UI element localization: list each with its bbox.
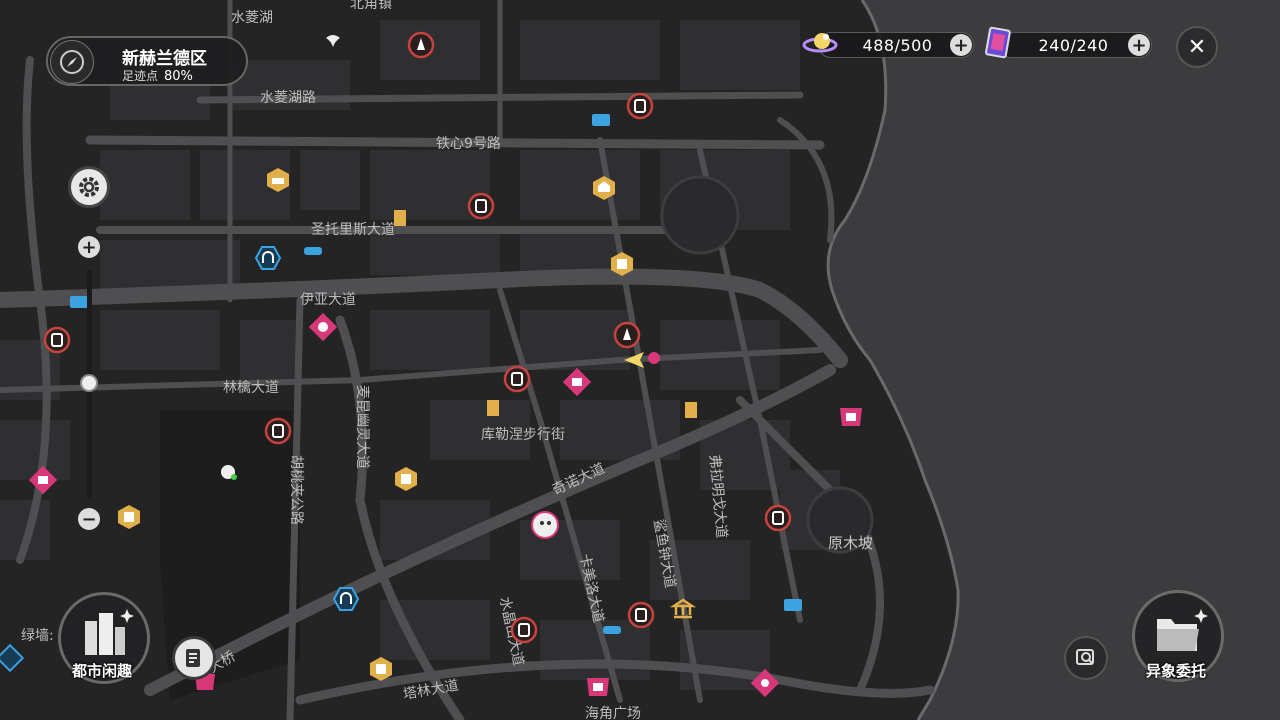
card-icon (984, 26, 1014, 64)
building-pin-icon (685, 402, 697, 418)
repair-pin-icon (70, 296, 88, 308)
repair-pin-icon (592, 114, 610, 126)
card-value: 240/240 (1038, 35, 1109, 55)
city-leisure-label: 都市闲趣 (72, 662, 133, 680)
add-stamina-button[interactable]: + (950, 34, 972, 56)
label-haijiao: 海角广场 (585, 706, 641, 720)
shop-pin-icon (43, 326, 71, 354)
add-card-button[interactable]: + (1128, 34, 1150, 56)
label-iya: 伊亚大道 (300, 292, 356, 308)
zoom-out-button[interactable]: − (78, 508, 100, 530)
region-card[interactable]: 新赫兰德区 足迹点 80% (46, 36, 248, 86)
shop-pin-icon (510, 616, 538, 644)
label-hutao: 胡桃夹公路 (288, 455, 304, 525)
label-lvqiang: 绿墙: (21, 628, 54, 644)
anomaly-commission-label: 异象委托 (1146, 662, 1207, 680)
building-pin-icon (487, 400, 499, 416)
label-shuiling-lake: 水菱湖 (231, 10, 273, 26)
label-shuiling-road: 水菱湖路 (260, 90, 316, 106)
shop-pin-icon (627, 601, 655, 629)
repair-pin-icon (784, 599, 802, 611)
notepad-icon (186, 649, 200, 667)
label-yuanmu: 原木坡 (828, 534, 873, 552)
portal-pin-icon (254, 246, 282, 270)
rocket-pin-icon (407, 31, 435, 59)
close-icon: ✕ (1187, 34, 1207, 60)
close-button[interactable]: ✕ (1176, 26, 1218, 68)
notes-button[interactable] (172, 636, 216, 680)
label-mokun: 麦昆幽灵大道 (354, 385, 370, 469)
portal-pin-icon (332, 587, 360, 611)
zoom-slider-handle[interactable] (80, 374, 98, 392)
flag-pin-icon (587, 678, 609, 696)
region-name: 新赫兰德区 (122, 49, 207, 69)
locate-button[interactable] (1064, 636, 1108, 680)
shop-pin-icon (467, 192, 495, 220)
gear-icon (79, 177, 99, 197)
footprint-info: 足迹点 80% (122, 67, 193, 84)
shop-pin-icon (626, 92, 654, 120)
flag-pin-icon (840, 408, 862, 426)
shop-pin-icon (764, 504, 792, 532)
city-map[interactable]: 水菱湖 北角镇 水菱湖路 铁心9号路 圣托里斯大道 伊亚大道 林檎大道 库勒涅步… (0, 0, 1280, 720)
settings-button[interactable] (68, 166, 110, 208)
label-tiexin: 铁心9号路 (436, 136, 501, 152)
building-pin-icon (394, 210, 406, 226)
zoom-in-button[interactable]: + (78, 236, 100, 258)
stamina-value: 488/500 (862, 35, 933, 55)
label-north-port: 北角镇 (350, 0, 392, 12)
label-kulepan: 库勒涅步行街 (481, 427, 565, 443)
card-counter: 240/240 + (998, 32, 1152, 58)
compass-icon[interactable] (50, 40, 94, 84)
shop-pin-icon (264, 417, 292, 445)
footprint-value: 80% (164, 69, 193, 84)
car-pin-icon (304, 247, 322, 255)
map-search-icon (1076, 649, 1094, 665)
label-santorris: 圣托里斯大道 (311, 222, 395, 238)
character-pin-icon (531, 511, 559, 539)
rocket-pin-icon (613, 321, 641, 349)
car-pin-icon (603, 626, 621, 634)
label-linqin: 林檎大道 (223, 379, 279, 396)
footprint-label: 足迹点 (122, 69, 159, 83)
stamina-orb-icon (802, 28, 842, 62)
shop-pin-icon (503, 365, 531, 393)
